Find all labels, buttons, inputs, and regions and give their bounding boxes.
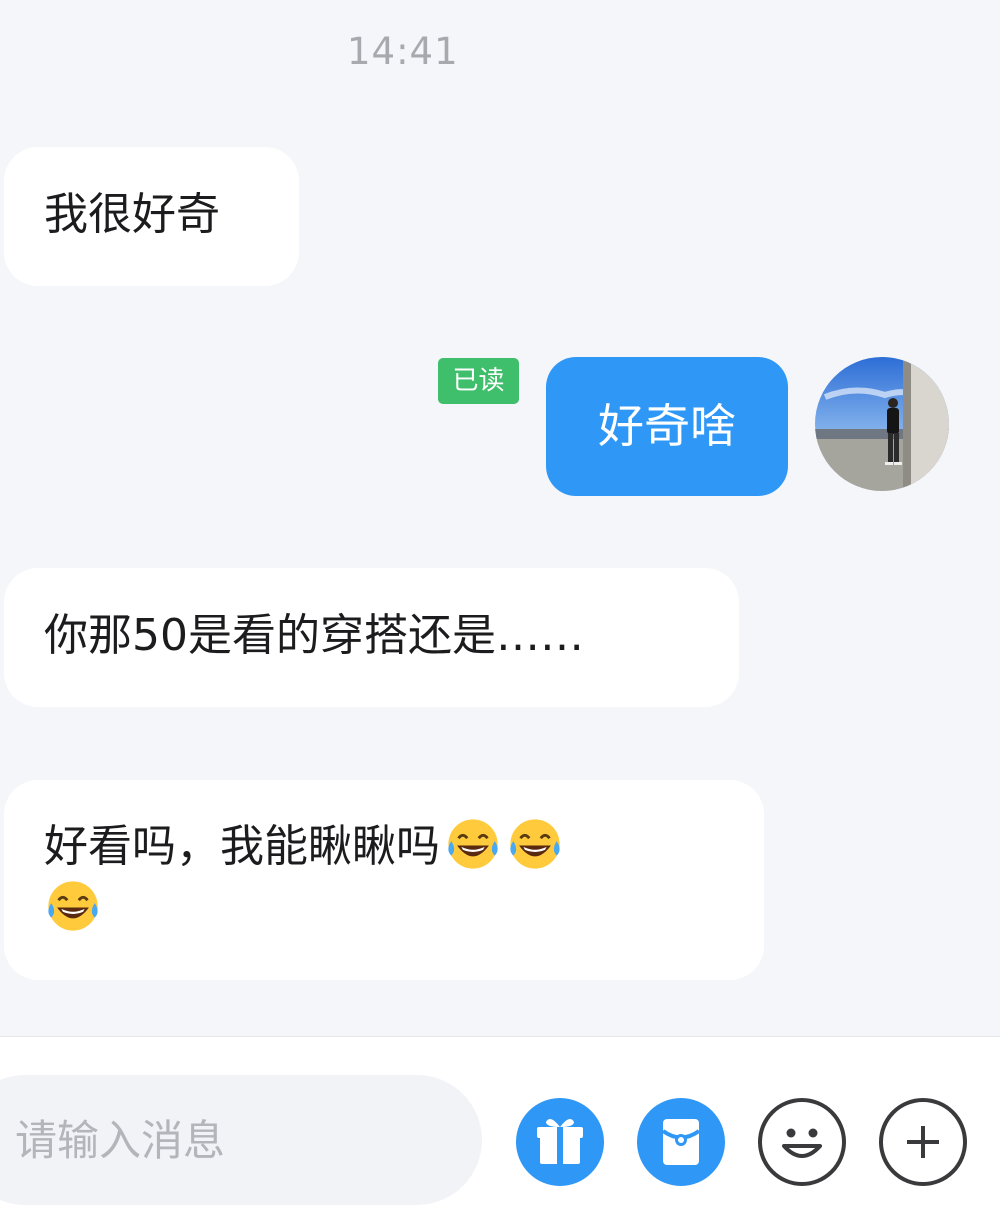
smiley-icon [782,1128,822,1158]
more-button[interactable] [879,1098,967,1186]
message-input[interactable] [0,1075,482,1205]
chat-area: 14:41 我很好奇 已读 好奇啥 你那50是看的穿搭还是…… 好看吗，我能瞅瞅… [0,0,1000,1036]
avatar-photo [815,357,949,491]
laughing-tears-emoji [448,819,498,869]
red-packet-button[interactable] [637,1098,725,1186]
message-input-bar [0,1036,1000,1219]
message-text: 好看吗，我能瞅瞅吗 [44,821,440,872]
incoming-message[interactable]: 你那50是看的穿搭还是…… [4,568,739,707]
gift-button[interactable] [516,1098,604,1186]
laughing-tears-emoji [48,881,98,931]
plus-icon [907,1126,939,1158]
emoji-button[interactable] [758,1098,846,1186]
incoming-message[interactable]: 我很好奇 [4,147,299,286]
red-packet-icon [661,1119,701,1165]
gift-icon [537,1118,583,1164]
message-timestamp: 14:41 [347,30,459,73]
laughing-tears-emoji [510,819,560,869]
read-status-badge: 已读 [438,358,519,404]
outgoing-message[interactable]: 好奇啥 [546,357,788,496]
incoming-message[interactable]: 好看吗，我能瞅瞅吗 [4,780,764,980]
user-avatar[interactable] [815,357,949,491]
